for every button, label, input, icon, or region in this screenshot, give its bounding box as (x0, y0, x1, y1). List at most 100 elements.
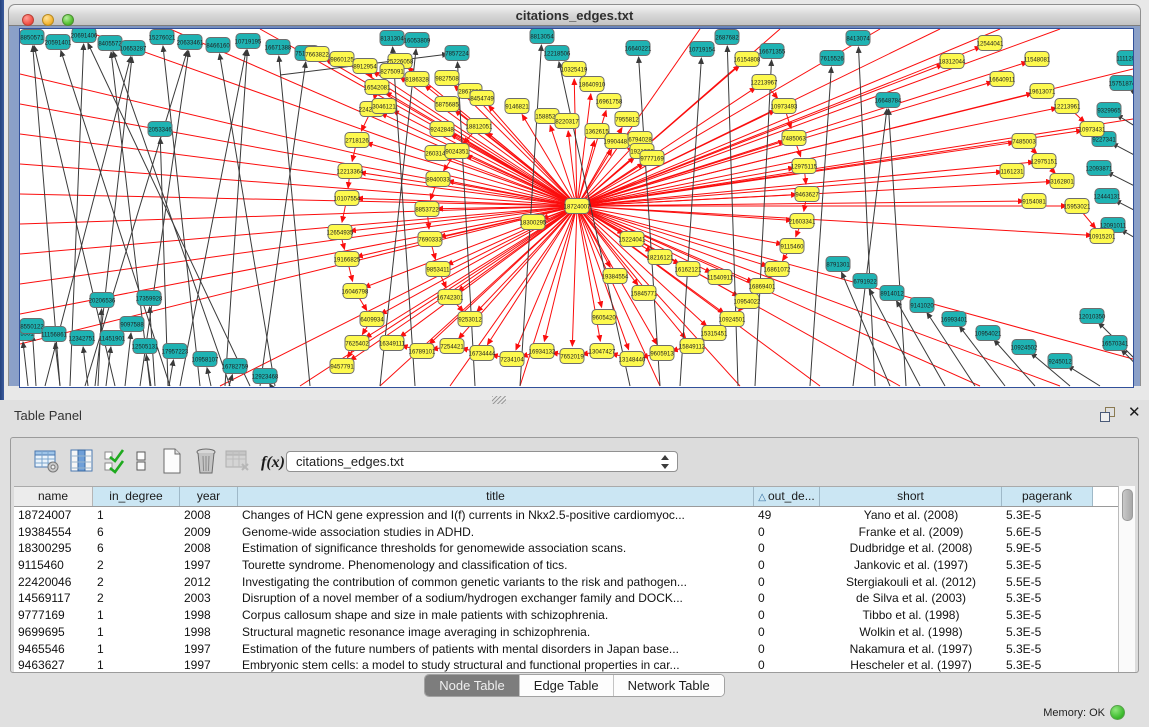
table-row[interactable]: 1872400712008Changes of HCN gene express… (14, 507, 1124, 524)
graph-node[interactable]: 11548081 (1024, 52, 1051, 67)
graph-node[interactable]: 8791301 (826, 257, 850, 272)
graph-node[interactable]: 9097588 (120, 317, 144, 332)
graph-node[interactable]: 3162801 (1050, 174, 1074, 189)
tab-network-table[interactable]: Network Table (614, 675, 724, 696)
graph-node[interactable]: 16648784 (875, 93, 902, 108)
graph-node[interactable]: 9146821 (505, 99, 529, 114)
graph-node[interactable]: 10719154 (689, 42, 716, 57)
delete-attribute-icon[interactable] (192, 447, 220, 475)
graph-node[interactable]: 10325419 (561, 62, 588, 77)
graph-node[interactable]: 5875685 (435, 97, 459, 112)
graph-node[interactable]: 7955812 (615, 112, 639, 127)
graph-node[interactable]: 7857224 (445, 46, 469, 61)
graph-node[interactable]: 10719195 (235, 34, 262, 49)
graph-node[interactable]: 10107554 (334, 191, 361, 206)
graph-node[interactable]: 16671355 (759, 44, 786, 59)
graph-node[interactable]: 8466160 (206, 38, 230, 53)
graph-node[interactable]: 12975115 (791, 159, 818, 174)
graph-node[interactable]: 16742301 (437, 290, 464, 305)
graph-node[interactable]: 1161231 (1000, 164, 1024, 179)
table-selector-combobox[interactable]: citations_edges.txt (286, 451, 678, 472)
graph-node[interactable]: 15224041 (619, 232, 646, 247)
column-header-out_de[interactable]: △out_de... (754, 487, 820, 506)
table-row[interactable]: 946362711997Embryonic stem cells: a mode… (14, 657, 1124, 674)
graph-node[interactable]: 9777169 (640, 151, 664, 166)
graph-node[interactable]: 16993401 (941, 312, 968, 327)
table-row[interactable]: 969969511998Structural magnetic resonanc… (14, 624, 1124, 641)
graph-node[interactable]: 6409934 (360, 312, 384, 327)
graph-node[interactable]: 16671388 (265, 40, 292, 55)
graph-node[interactable]: 7652019 (560, 349, 584, 364)
graph-node[interactable]: 7625402 (345, 336, 369, 351)
graph-node[interactable]: 9860125 (330, 52, 354, 67)
graph-node[interactable]: 7254421 (440, 339, 464, 354)
graph-node[interactable]: 16869401 (749, 279, 776, 294)
delete-table-icon[interactable] (224, 447, 252, 475)
graph-node[interactable]: 12544041 (977, 36, 1004, 51)
tab-node-table[interactable]: Node Table (425, 675, 520, 696)
graph-node[interactable]: 16934132 (529, 344, 556, 359)
graph-node[interactable]: 8914012 (880, 286, 904, 301)
new-table-icon[interactable] (158, 447, 186, 475)
graph-node[interactable]: 19904481 (604, 134, 631, 149)
graph-node[interactable]: 8454749 (470, 91, 494, 106)
graph-node[interactable]: 7485063 (782, 131, 806, 146)
graph-node[interactable]: 8853722 (415, 202, 439, 217)
graph-node[interactable]: 19384554 (602, 269, 629, 284)
close-icon[interactable]: ✕ (1128, 404, 1141, 422)
select-columns-icon[interactable] (103, 447, 125, 475)
graph-node[interactable]: 9115460 (780, 239, 804, 254)
table-row[interactable]: 977716911998Corpus callosum shape and si… (14, 607, 1124, 624)
graph-node[interactable]: 11156861 (41, 327, 67, 342)
graph-node[interactable]: 15849112 (679, 339, 706, 354)
graph-node[interactable]: 15751874 (1109, 76, 1133, 91)
graph-node[interactable]: 16789101 (409, 344, 436, 359)
graph-node[interactable]: 12342751 (69, 331, 96, 346)
graph-node[interactable]: 16961758 (596, 94, 623, 109)
graph-node[interactable]: 18812051 (466, 119, 493, 134)
memory-ok-indicator-icon[interactable] (1110, 705, 1125, 720)
graph-node[interactable]: 16046798 (342, 284, 369, 299)
graph-node[interactable]: 2053346 (148, 122, 172, 137)
column-header-name[interactable]: name (14, 487, 93, 506)
graph-node[interactable]: 18216121 (647, 250, 674, 265)
graph-node[interactable]: 15315451 (701, 326, 728, 341)
graph-node[interactable]: 12213967 (751, 75, 778, 90)
table-row[interactable]: 911546021997Tourette syndrome. Phenomeno… (14, 557, 1124, 574)
table-row[interactable]: 1938455462009Genome-wide association stu… (14, 524, 1124, 541)
graph-node[interactable]: 11451901 (99, 331, 126, 346)
graph-node[interactable]: 15953021 (1064, 199, 1091, 214)
graph-node[interactable]: 9457791 (330, 359, 354, 374)
column-header-pagerank[interactable]: pagerank (1002, 487, 1093, 506)
table-row[interactable]: 946554611997Estimation of the future num… (14, 641, 1124, 658)
graph-node[interactable]: 12218506 (544, 46, 571, 61)
graph-node[interactable]: 9605913 (650, 346, 674, 361)
graph-node[interactable]: 8131304 (380, 31, 404, 46)
graph-node[interactable]: 12654935 (327, 225, 354, 240)
graph-node[interactable]: 15276021 (149, 30, 176, 45)
graph-node[interactable]: 9853411 (426, 262, 450, 277)
network-window-titlebar[interactable]: citations_edges.txt (8, 4, 1141, 26)
graph-node[interactable]: 7690333 (418, 232, 442, 247)
graph-node[interactable]: 8220317 (555, 114, 579, 129)
graph-node[interactable]: 9245012 (1048, 354, 1072, 369)
graph-node[interactable]: 12010350 (1079, 309, 1106, 324)
graph-node[interactable]: 9827508 (435, 71, 459, 86)
citation-network-graph[interactable]: 8850571205914012069140684055721065328715… (20, 29, 1133, 387)
graph-node[interactable]: 8413074 (846, 31, 870, 46)
graph-node[interactable]: 16861072 (764, 262, 791, 277)
column-header-in_degree[interactable]: in_degree (93, 487, 180, 506)
graph-node[interactable]: 2687682 (715, 30, 739, 45)
graph-node[interactable]: 9154081 (1022, 194, 1046, 209)
graph-node[interactable]: 21603341 (789, 214, 816, 229)
graph-node[interactable]: 8813054 (530, 29, 554, 44)
graph-node[interactable]: 11540911 (707, 270, 733, 285)
scrollbar-thumb[interactable] (1122, 489, 1133, 521)
column-header-title[interactable]: title (238, 487, 754, 506)
float-window-icon[interactable] (1100, 407, 1115, 421)
graph-node[interactable]: 6791922 (853, 274, 877, 289)
graph-node[interactable]: 16349111 (379, 336, 405, 351)
graph-node[interactable]: 3046121 (372, 99, 396, 114)
function-builder-icon[interactable]: f(x) (259, 447, 289, 475)
graph-node[interactable]: 9024351 (445, 144, 469, 159)
